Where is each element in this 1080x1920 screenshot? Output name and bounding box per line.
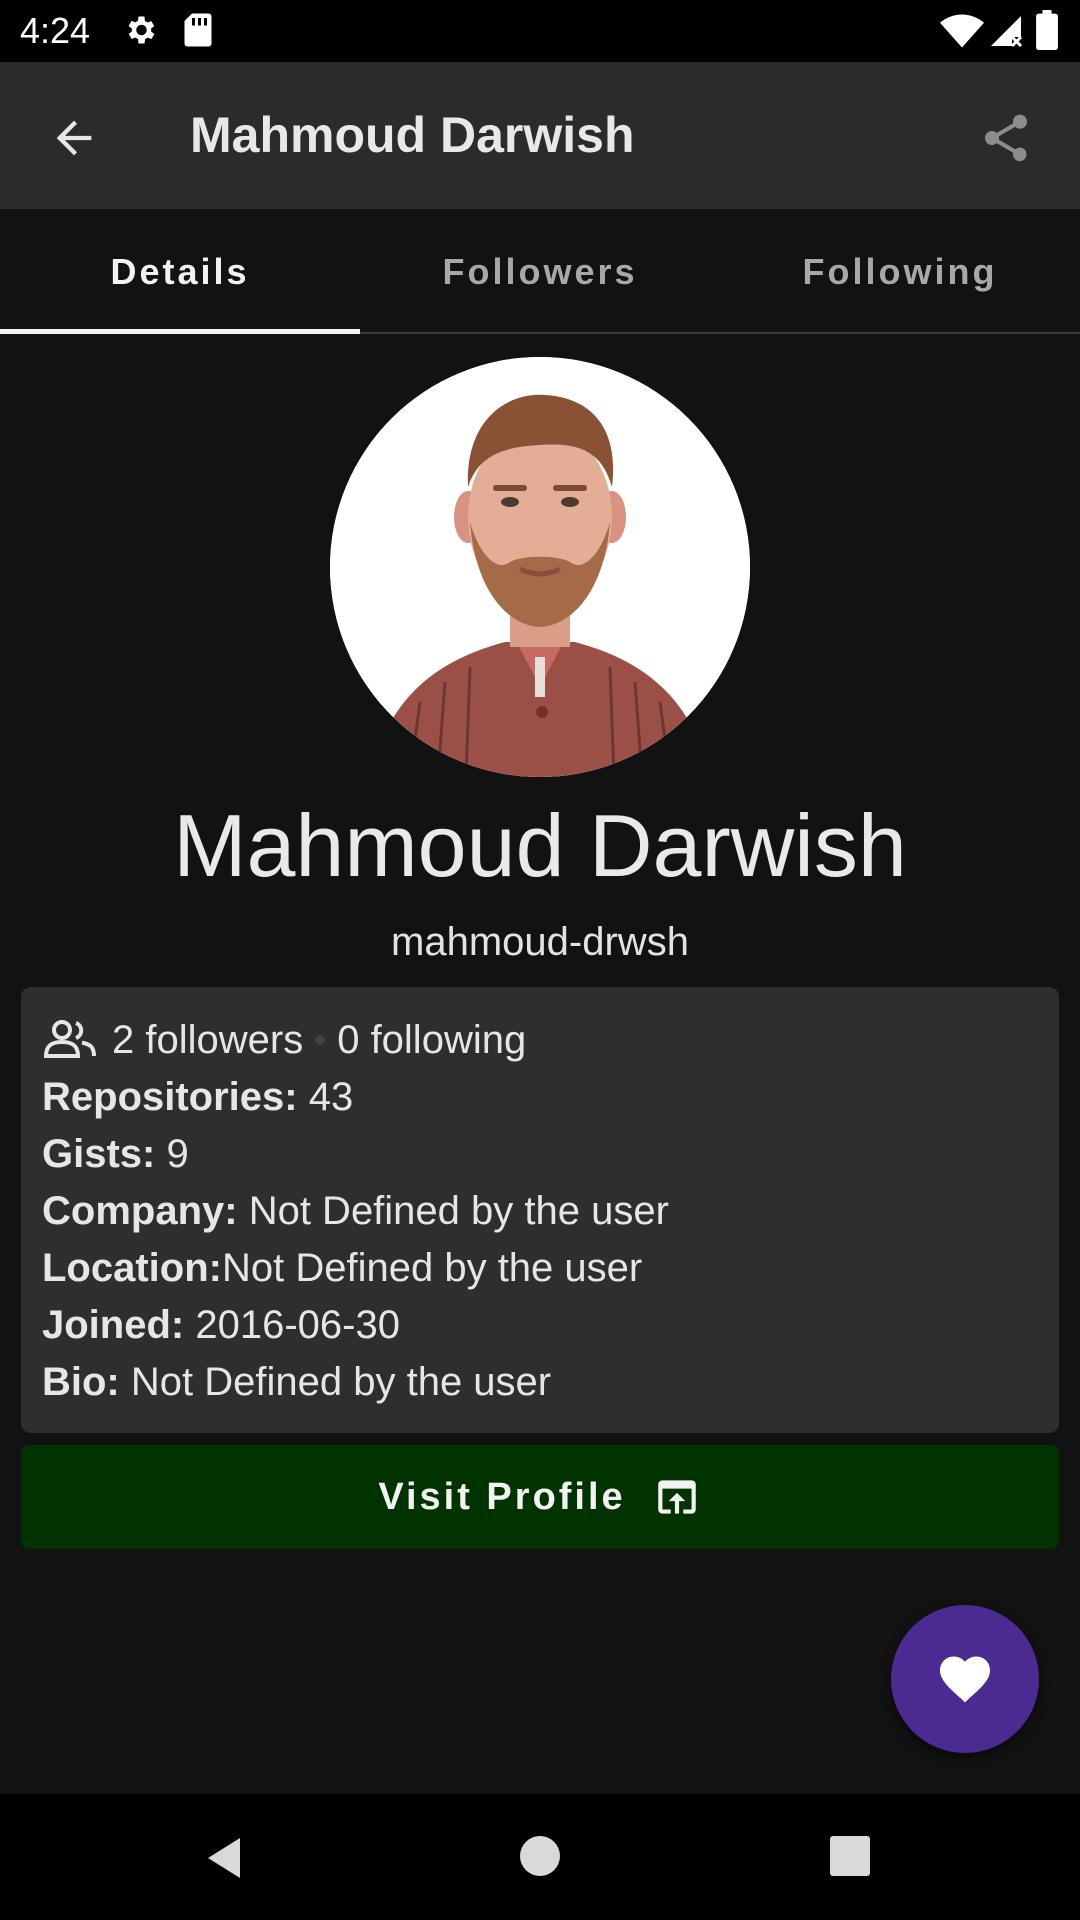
company-value: Not Defined by the user xyxy=(237,1189,669,1233)
status-bar: 4:24 xyxy=(0,0,1080,62)
favorite-fab[interactable] xyxy=(891,1605,1039,1753)
repositories-row: Repositories: 43 xyxy=(42,1075,353,1120)
tab-details[interactable]: Details xyxy=(0,209,360,334)
follow-stats: 2 followers 0 following xyxy=(42,1017,526,1063)
separator-dot xyxy=(315,1035,326,1045)
company-label: Company: xyxy=(42,1189,238,1233)
location-value: Not Defined by the user xyxy=(221,1246,643,1290)
app-bar-title: Mahmoud Darwish xyxy=(190,107,635,163)
followers-count[interactable]: 2 followers xyxy=(112,1018,303,1062)
location-row: Location:Not Defined by the user xyxy=(42,1246,642,1291)
settings-gear-icon xyxy=(128,16,155,44)
nav-recents-icon[interactable] xyxy=(830,1836,870,1876)
avatar xyxy=(330,357,750,777)
sd-card-icon xyxy=(184,13,212,47)
company-row: Company: Not Defined by the user xyxy=(42,1189,669,1234)
nav-back-icon[interactable] xyxy=(200,1834,248,1882)
bio-value: Not Defined by the user xyxy=(119,1360,552,1404)
battery-icon xyxy=(1036,10,1058,50)
tab-indicator xyxy=(0,329,360,334)
avatar-image xyxy=(330,357,750,777)
gists-label: Gists: xyxy=(42,1132,156,1176)
following-count[interactable]: 0 following xyxy=(337,1018,526,1062)
joined-label: Joined: xyxy=(42,1303,185,1347)
arrow-back-icon xyxy=(56,120,92,156)
gists-row: Gists: 9 xyxy=(42,1132,189,1177)
cell-signal-icon xyxy=(991,16,1023,48)
repositories-value: 43 xyxy=(297,1075,354,1119)
gists-value: 9 xyxy=(155,1132,189,1176)
username: mahmoud-drwsh xyxy=(391,920,689,964)
share-icon xyxy=(985,114,1027,162)
app-bar: Mahmoud Darwish xyxy=(0,62,1080,209)
nav-home-icon[interactable] xyxy=(520,1836,560,1876)
open-in-browser-icon xyxy=(657,1480,696,1514)
visit-profile-label: Visit Profile xyxy=(378,1475,626,1518)
info-card: 2 followers 0 following Repositories: 43 … xyxy=(21,987,1059,1433)
repositories-label: Repositories: xyxy=(42,1075,298,1119)
joined-row: Joined: 2016-06-30 xyxy=(42,1303,400,1348)
wifi-icon xyxy=(940,14,984,48)
system-nav-bar xyxy=(0,1794,1080,1920)
bio-label: Bio: xyxy=(42,1360,120,1404)
joined-value: 2016-06-30 xyxy=(184,1303,400,1347)
back-button[interactable] xyxy=(38,102,110,174)
tab-followers[interactable]: Followers xyxy=(360,209,720,334)
heart-icon xyxy=(940,1656,990,1703)
location-label: Location: xyxy=(42,1246,222,1290)
share-button[interactable] xyxy=(970,102,1042,174)
visit-profile-button[interactable]: Visit Profile xyxy=(21,1445,1059,1549)
status-time: 4:24 xyxy=(20,10,91,51)
tab-following[interactable]: Following xyxy=(720,209,1080,334)
people-icon xyxy=(43,1020,96,1058)
display-name: Mahmoud Darwish xyxy=(173,796,907,895)
tab-bar: Details Followers Following xyxy=(0,209,1080,334)
bio-row: Bio: Not Defined by the user xyxy=(42,1360,551,1405)
